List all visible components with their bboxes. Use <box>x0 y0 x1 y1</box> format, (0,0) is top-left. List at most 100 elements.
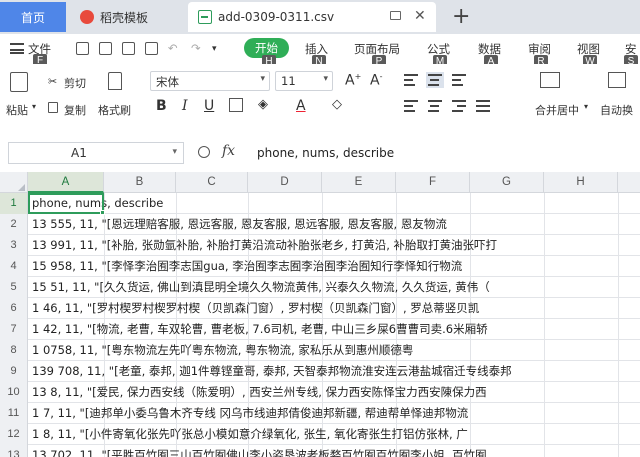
column-header-h[interactable]: H <box>544 172 618 193</box>
name-box[interactable]: A1 ▾ <box>8 142 184 164</box>
fill-handle[interactable] <box>100 210 105 215</box>
row-number[interactable]: 5 <box>0 277 28 298</box>
format-painter-button[interactable]: 格式刷 <box>98 102 131 118</box>
selected-cell-outline <box>28 193 104 214</box>
row-number[interactable]: 1 <box>0 193 28 214</box>
merge-center-button[interactable]: 合并居中 <box>535 102 579 118</box>
increase-font-icon[interactable]: A+ <box>345 72 361 89</box>
row-number[interactable]: 3 <box>0 235 28 256</box>
cell-reference: A1 <box>71 146 87 160</box>
cell-text[interactable]: 13 991, 11, "[补胎, 张勋氩补胎, 补胎打黄沿流动补胎张老乡, 打… <box>32 235 497 256</box>
copy-button[interactable]: 复制 <box>64 102 86 118</box>
print-icon[interactable] <box>122 42 135 55</box>
select-all-corner[interactable] <box>0 172 28 193</box>
column-header-b[interactable]: B <box>104 172 176 193</box>
format-painter-icon[interactable] <box>108 72 122 90</box>
align-bottom-icon[interactable] <box>452 74 466 86</box>
zoom-icon[interactable] <box>198 146 210 158</box>
column-header-e[interactable]: E <box>322 172 396 193</box>
column-header-g[interactable]: G <box>470 172 544 193</box>
menu-bar: 文件 F ↶ ↷ ▾ 开始 H 插入 N 页面布局 P 公式 M 数据 A 审阅… <box>0 34 640 69</box>
align-top-icon[interactable] <box>404 74 418 86</box>
decrease-font-icon[interactable]: A- <box>370 72 382 89</box>
merge-cells-icon[interactable] <box>540 72 560 88</box>
table-row: 13 13 702, 11, "[平胜百竹囿三山百竹囿佛山李小姿恳波老板婺百竹囿百… <box>0 445 640 457</box>
quick-access-dropdown-icon[interactable]: ▾ <box>212 44 217 54</box>
formula-input[interactable]: phone, nums, describe <box>257 146 394 160</box>
column-header-d[interactable]: D <box>248 172 322 193</box>
underline-icon[interactable]: U <box>204 98 214 114</box>
auto-wrap-button[interactable]: 自动换 <box>600 102 633 118</box>
border-icon[interactable] <box>229 98 243 112</box>
redo-icon[interactable]: ↷ <box>191 41 201 55</box>
tab-bar: 首页 稻壳模板 add-0309-0311.csv ✕ + <box>0 0 640 34</box>
font-size-select[interactable]: 11 ▾ <box>275 71 333 91</box>
table-row: 3 13 991, 11, "[补胎, 张勋氩补胎, 补胎打黄沿流动补胎张老乡, … <box>0 235 640 256</box>
cell-text[interactable]: 13 8, 11, "[爱民, 保力西安线（陈爱明）, 西安兰州专线, 保力西安… <box>32 382 487 403</box>
tab-file-label: add-0309-0311.csv <box>218 10 335 24</box>
italic-icon[interactable]: I <box>182 98 188 114</box>
cell-text[interactable]: 13 555, 11, "[恩远理赔客服, 恩远客服, 恩友客服, 恩远客服, … <box>32 214 447 235</box>
cell-text[interactable]: 13 702, 11, "[平胜百竹囿三山百竹囿佛山李小姿恳波老板婺百竹囿百竹囿… <box>32 445 487 457</box>
menu-icon[interactable] <box>10 43 24 54</box>
scissors-icon[interactable]: ✂ <box>48 75 57 88</box>
bold-icon[interactable]: B <box>156 98 167 114</box>
column-header-row: A B C D E F G H <box>0 172 640 193</box>
copy-icon[interactable] <box>48 102 58 113</box>
align-center-icon[interactable] <box>428 100 442 112</box>
cell-text[interactable]: 1 0758, 11, "[粤东物流左先吖粤东物流, 粤东物流, 家私乐从到惠州… <box>32 340 413 361</box>
fill-color-icon[interactable]: ◈ <box>258 97 268 112</box>
tab-file[interactable]: add-0309-0311.csv ✕ <box>188 2 436 32</box>
cell-text[interactable]: 1 42, 11, "[物流, 老曹, 车双轮曹, 曹老板, 7.6司机, 老曹… <box>32 319 488 340</box>
clear-format-icon[interactable]: ◇ <box>332 97 342 112</box>
export-pdf-icon[interactable] <box>99 42 112 55</box>
cell-text[interactable]: 1 7, 11, "[迪邦单小委乌鲁木齐专线 冈乌市线迪邦倩俊迪邦新疆, 帮迪帮… <box>32 403 468 424</box>
merge-dropdown-icon[interactable]: ▾ <box>584 102 588 111</box>
column-header-c[interactable]: C <box>176 172 248 193</box>
column-header-f[interactable]: F <box>396 172 470 193</box>
row-number[interactable]: 13 <box>0 445 28 457</box>
row-number[interactable]: 9 <box>0 361 28 382</box>
paste-dropdown-icon[interactable]: ▾ <box>32 102 36 111</box>
cell-text[interactable]: 139 708, 11, "[老童, 泰邦, 迦1件尊铿童哥, 泰邦, 天智泰邦… <box>32 361 512 382</box>
row-number[interactable]: 10 <box>0 382 28 403</box>
ribbon: 粘贴 ▾ ✂ 剪切 复制 格式刷 宋体 ▾ 11 ▾ A+ A- B I U ◈… <box>0 64 640 128</box>
table-row: 5 15 51, 11, "[久久货运, 佛山到滇昆明全境久久物流黄伟, 兴泰久久… <box>0 277 640 298</box>
new-tab-button[interactable]: + <box>452 4 470 29</box>
align-right-icon[interactable] <box>452 100 466 112</box>
window-icon[interactable] <box>390 11 401 20</box>
chevron-down-icon: ▾ <box>172 147 177 157</box>
font-color-icon[interactable]: A <box>296 98 306 114</box>
paste-button[interactable]: 粘贴 <box>6 102 28 118</box>
align-left-icon[interactable] <box>404 100 418 112</box>
print-preview-icon[interactable] <box>145 42 158 55</box>
tab-templates[interactable]: 稻壳模板 <box>70 2 182 32</box>
close-icon[interactable]: ✕ <box>414 8 426 24</box>
row-number[interactable]: 4 <box>0 256 28 277</box>
cell-text[interactable]: 15 51, 11, "[久久货运, 佛山到滇昆明全境久久物流黄伟, 兴泰久久物… <box>32 277 490 298</box>
cut-button[interactable]: 剪切 <box>64 75 86 91</box>
table-row: 12 1 8, 11, "[小件寄氧化张先吖张总小模如意介绿氧化, 张生, 氧化寄… <box>0 424 640 445</box>
row-number[interactable]: 11 <box>0 403 28 424</box>
paste-icon[interactable] <box>10 72 28 92</box>
cell-text[interactable]: 15 958, 11, "[李怿李治囿李志国gua, 李治囿李志囿李治囿李治囿知… <box>32 256 462 277</box>
cell-text[interactable]: 1 8, 11, "[小件寄氧化张先吖张总小模如意介绿氧化, 张生, 氧化寄张生… <box>32 424 468 445</box>
save-icon[interactable] <box>76 42 89 55</box>
row-number[interactable]: 2 <box>0 214 28 235</box>
column-header-a[interactable]: A <box>28 172 104 193</box>
tab-home[interactable]: 首页 <box>0 2 66 32</box>
spreadsheet-grid[interactable]: A B C D E F G H 1 phone, nums, describe 2… <box>0 172 640 457</box>
undo-icon[interactable]: ↶ <box>168 41 178 55</box>
row-number[interactable]: 7 <box>0 319 28 340</box>
table-row: 9 139 708, 11, "[老童, 泰邦, 迦1件尊铿童哥, 泰邦, 天智泰… <box>0 361 640 382</box>
row-number[interactable]: 12 <box>0 424 28 445</box>
row-number[interactable]: 6 <box>0 298 28 319</box>
tab-templates-label: 稻壳模板 <box>100 10 149 25</box>
cell-text[interactable]: 1 46, 11, "[罗村楔罗村楔罗村楔（贝凯森门窗）, 罗村楔（贝凯森门窗）… <box>32 298 479 319</box>
wrap-text-icon[interactable] <box>608 72 626 88</box>
align-middle-icon[interactable] <box>426 72 444 88</box>
font-name-select[interactable]: 宋体 ▾ <box>150 71 270 91</box>
fx-icon[interactable]: fx <box>222 143 235 159</box>
row-number[interactable]: 8 <box>0 340 28 361</box>
justify-icon[interactable] <box>476 100 490 112</box>
